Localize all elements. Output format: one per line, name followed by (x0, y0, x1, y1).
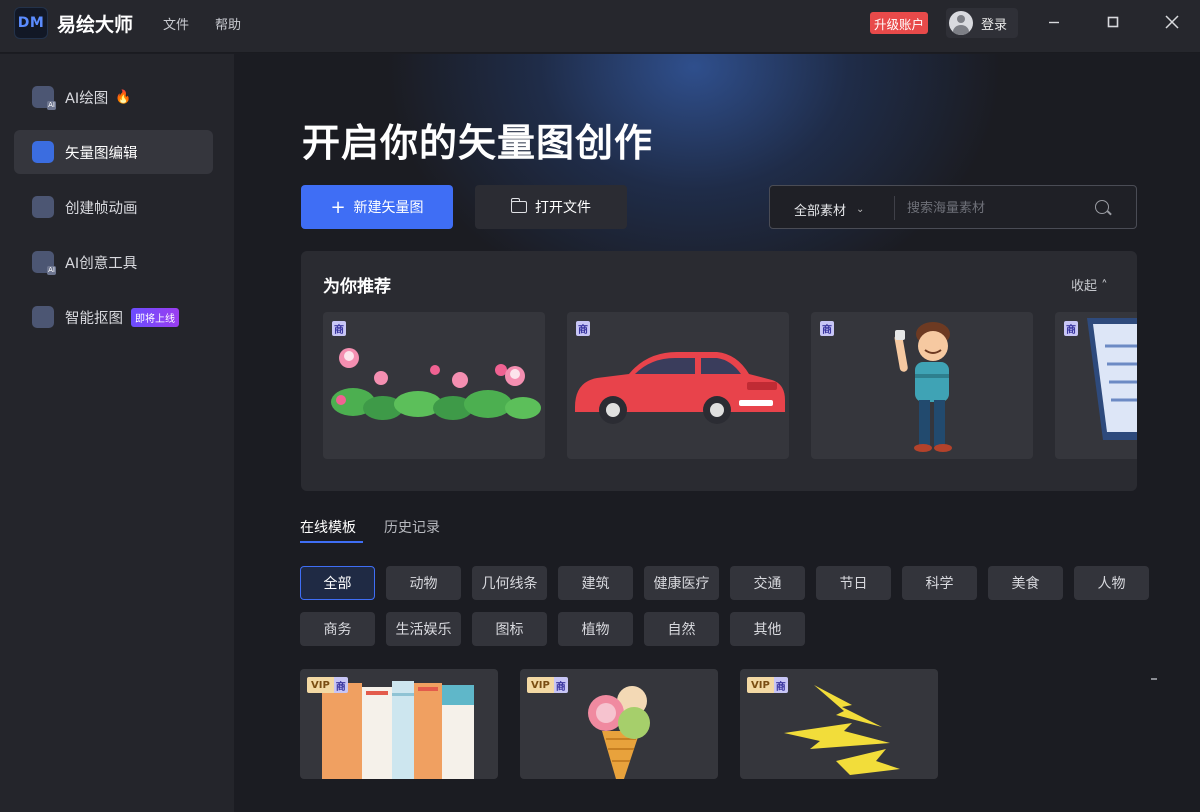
minimize-icon[interactable] (1042, 10, 1066, 34)
upgrade-account-button[interactable]: 升级账户 (870, 12, 929, 34)
sidebar-item-label: 智能抠图 (65, 310, 123, 327)
category-chip[interactable]: 植物 (558, 612, 633, 646)
template-tags: VIP 商 (747, 677, 788, 693)
menu-help[interactable]: 帮助 (215, 14, 241, 33)
commercial-tag: 商 (333, 677, 348, 693)
recommend-card-car[interactable]: 商 (567, 312, 789, 459)
category-chip[interactable]: 交通 (730, 566, 805, 600)
search-category-label: 全部素材 (794, 204, 847, 219)
folder-icon (510, 198, 527, 213)
category-chip[interactable]: 图标 (472, 612, 547, 646)
title-bar: DM 易绘大师 文件 帮助 升级账户 登录 (0, 0, 1200, 53)
search-input[interactable] (907, 197, 1087, 219)
smart-cutout-icon (32, 306, 54, 328)
recommend-title: 为你推荐 (323, 277, 391, 297)
search-icon[interactable] (1095, 200, 1109, 214)
login-button[interactable]: 登录 (946, 8, 1018, 38)
recommend-card-document[interactable]: 商 (1055, 312, 1137, 459)
person-illustration (894, 322, 952, 452)
ai-creative-icon: AI (32, 251, 56, 275)
category-chip[interactable]: 几何线条 (472, 566, 547, 600)
login-label: 登录 (981, 17, 1008, 33)
sidebar-item-label: AI创意工具 (65, 255, 138, 272)
recommend-card-lotus[interactable]: 商 (323, 312, 545, 459)
search-divider (894, 196, 895, 220)
collapse-label: 收起 (1071, 279, 1098, 294)
vector-edit-icon (32, 141, 54, 163)
new-vector-button[interactable]: + 新建矢量图 (301, 185, 453, 229)
menu-file[interactable]: 文件 (163, 14, 189, 33)
category-chip[interactable]: 节日 (816, 566, 891, 600)
sidebar-item-label: 矢量图编辑 (65, 145, 138, 162)
coming-soon-badge: 即将上线 (131, 307, 179, 327)
open-file-button[interactable]: 打开文件 (475, 185, 627, 229)
commercial-tag: 商 (820, 321, 834, 336)
maximize-icon[interactable] (1101, 10, 1125, 34)
category-chip[interactable]: 生活娱乐 (386, 612, 461, 646)
category-chip[interactable]: 商务 (300, 612, 375, 646)
sidebar-item-frame-animation[interactable]: 创建帧动画 (14, 185, 213, 229)
category-chip[interactable]: 动物 (386, 566, 461, 600)
category-chip[interactable]: 自然 (644, 612, 719, 646)
avatar-icon (949, 11, 973, 35)
lotus-illustration (331, 348, 541, 420)
sidebar-item-label: 创建帧动画 (65, 200, 138, 217)
template-card-books[interactable]: VIP 商 (300, 669, 498, 779)
scrollbar-indicator[interactable] (1151, 678, 1157, 680)
app-logo: DM (14, 7, 48, 39)
sidebar-item-smart-cutout[interactable]: 智能抠图 即将上线 (14, 295, 213, 339)
app-name: 易绘大师 (57, 14, 134, 36)
commercial-tag: 商 (1064, 321, 1078, 336)
app-window: DM 易绘大师 文件 帮助 升级账户 登录 AI AI绘图 🔥 矢量图编辑 创建… (0, 0, 1200, 812)
sidebar-item-vector-edit[interactable]: 矢量图编辑 (14, 130, 213, 174)
category-chip[interactable]: 美食 (988, 566, 1063, 600)
new-vector-label: 新建矢量图 (353, 200, 424, 216)
recommend-panel: 为你推荐 收起 ˄ 商 商 商 商 (301, 251, 1137, 491)
open-file-label: 打开文件 (535, 200, 591, 216)
close-icon[interactable] (1160, 10, 1184, 34)
category-chip[interactable]: 其他 (730, 612, 805, 646)
vip-tag: VIP (307, 677, 334, 693)
sidebar-item-ai-creative[interactable]: AI AI创意工具 (14, 240, 213, 284)
sidebar-item-ai-draw[interactable]: AI AI绘图 🔥 (14, 75, 213, 119)
ai-draw-icon: AI (32, 86, 56, 110)
sidebar: AI AI绘图 🔥 矢量图编辑 创建帧动画 AI AI创意工具 智能抠图 即将上… (0, 54, 234, 812)
template-tags: VIP 商 (527, 677, 568, 693)
template-card-ice-cream[interactable]: VIP 商 (520, 669, 718, 779)
fire-icon: 🔥 (115, 89, 132, 105)
category-chip[interactable]: 健康医疗 (644, 566, 719, 600)
plus-icon: + (330, 196, 346, 218)
recommend-card-person[interactable]: 商 (811, 312, 1033, 459)
commercial-tag: 商 (773, 677, 788, 693)
chevron-down-icon: ⌄ (856, 204, 865, 215)
page-title: 开启你的矢量图创作 (302, 121, 654, 165)
category-chip[interactable]: 科学 (902, 566, 977, 600)
car-illustration (575, 352, 785, 424)
tab-online-templates[interactable]: 在线模板 (300, 517, 356, 537)
commercial-tag: 商 (332, 321, 346, 336)
main-content: 开启你的矢量图创作 + 新建矢量图 打开文件 全部素材 ⌄ 为你推荐 收起 ˄ (234, 54, 1200, 812)
sidebar-item-label: AI绘图 (65, 90, 109, 107)
search-category-dropdown[interactable]: 全部素材 ⌄ (794, 200, 864, 219)
collapse-button[interactable]: 收起 ˄ (1071, 275, 1108, 294)
search-bar: 全部素材 ⌄ (769, 185, 1137, 229)
vip-tag: VIP (527, 677, 554, 693)
tab-underline (300, 541, 363, 543)
commercial-tag: 商 (553, 677, 568, 693)
category-chip-all[interactable]: 全部 (300, 566, 375, 600)
tab-history[interactable]: 历史记录 (384, 517, 440, 537)
template-tags: VIP 商 (307, 677, 348, 693)
vip-tag: VIP (747, 677, 774, 693)
chevron-up-icon: ˄ (1101, 279, 1108, 294)
frame-animation-icon (32, 196, 54, 218)
commercial-tag: 商 (576, 321, 590, 336)
category-chip[interactable]: 人物 (1074, 566, 1149, 600)
category-chip[interactable]: 建筑 (558, 566, 633, 600)
template-card-lightning[interactable]: VIP 商 (740, 669, 938, 779)
